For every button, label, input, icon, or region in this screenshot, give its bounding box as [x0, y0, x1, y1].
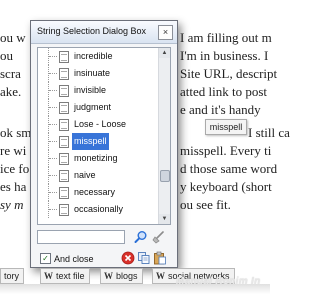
list-item[interactable]: incredible: [38, 48, 158, 65]
doc-line: ou: [0, 48, 13, 63]
doc-line: I still ca: [248, 125, 290, 140]
string-list[interactable]: incredible insinuate invisible judgment Lose…: [37, 47, 171, 225]
document-icon: [59, 136, 69, 148]
dialog-titlebar[interactable]: String Selection Dialog Box ×: [31, 21, 177, 44]
tree-branch: [48, 167, 59, 184]
scrollbar-thumb[interactable]: [160, 170, 170, 182]
tab-text-file[interactable]: Wtext file: [40, 268, 90, 284]
document-icon: [59, 153, 69, 165]
list-item-label: incredible: [74, 51, 113, 61]
doc-line: ice fo: [0, 161, 30, 176]
list-item-label: invisible: [74, 85, 107, 95]
doc-line: ou see fit.: [180, 197, 231, 212]
autocomplete-popup[interactable]: misspell: [205, 119, 247, 135]
tree-branch: [48, 65, 59, 82]
document-icon: [59, 68, 69, 80]
list-item[interactable]: occasionally: [38, 201, 158, 218]
tree-branch: [48, 116, 59, 133]
tab-label: text file: [56, 271, 85, 281]
list-scrollbar[interactable]: ▲ ▼: [158, 48, 170, 224]
doc-line: re wi: [0, 143, 27, 158]
paste-icon[interactable]: [153, 251, 167, 265]
doc-line: ou w: [0, 30, 26, 45]
document-icon: [59, 51, 69, 63]
document-icon: [59, 187, 69, 199]
doc-line: y keyboard (short: [180, 179, 272, 194]
string-list-items: incredible insinuate invisible judgment Lose…: [38, 48, 158, 218]
document-icon: [59, 102, 69, 114]
tree-branch: [48, 184, 59, 201]
document-icon: [59, 85, 69, 97]
copy-icon[interactable]: [137, 251, 151, 265]
page-shadow: [0, 284, 270, 294]
and-close-option[interactable]: ✓ And close: [40, 253, 94, 264]
tree-branch: [48, 48, 59, 65]
document-icon: [59, 204, 69, 216]
list-item-label: occasionally: [74, 204, 124, 214]
tree-branch: [48, 201, 59, 218]
list-item-label: monetizing: [74, 153, 118, 163]
list-item[interactable]: monetizing: [38, 150, 158, 167]
doc-line: misspell. Every ti: [180, 143, 272, 158]
scroll-down-button[interactable]: ▼: [159, 214, 170, 224]
list-item-label: insinuate: [74, 68, 111, 78]
doc-line: es ha: [0, 179, 27, 194]
doc-line: ake.: [0, 84, 22, 99]
list-item[interactable]: naive: [38, 167, 158, 184]
scroll-up-button[interactable]: ▲: [159, 48, 170, 58]
tab-blogs[interactable]: Wblogs: [100, 268, 143, 284]
tree-branch: [48, 82, 59, 99]
list-item[interactable]: insinuate: [38, 65, 158, 82]
w-icon: W: [156, 271, 165, 281]
search-input[interactable]: [37, 230, 125, 244]
list-item-label: naive: [74, 170, 96, 180]
doc-line: e and it's handy: [180, 102, 261, 117]
doc-line: sy m: [0, 197, 24, 212]
tab-label: tory: [4, 271, 20, 281]
doc-line: Site URL, descript: [180, 66, 278, 81]
doc-line: scra: [0, 66, 21, 81]
close-button[interactable]: ×: [158, 25, 173, 40]
list-item[interactable]: invisible: [38, 82, 158, 99]
search-icon[interactable]: [134, 230, 148, 244]
dialog-title: String Selection Dialog Box: [37, 26, 147, 36]
clear-search-icon[interactable]: [152, 230, 166, 244]
doc-line: I am filling out m: [180, 30, 272, 45]
doc-line: atted link to post: [180, 84, 268, 99]
list-item-label: necessary: [74, 187, 116, 197]
list-item[interactable]: necessary: [38, 184, 158, 201]
tree-branch: [48, 150, 59, 167]
list-item[interactable]: Lose - Loose: [38, 116, 158, 133]
w-icon: W: [104, 271, 113, 281]
and-close-label: And close: [54, 253, 94, 264]
list-item-label: judgment: [74, 102, 112, 112]
doc-line: d those same word: [180, 161, 278, 176]
delete-icon[interactable]: [121, 251, 135, 265]
tab-story[interactable]: tory: [0, 268, 25, 284]
and-close-checkbox[interactable]: ✓: [40, 253, 51, 264]
tree-branch: [48, 133, 59, 150]
list-item[interactable]: misspell: [38, 133, 158, 150]
doc-line: ok sm: [0, 125, 32, 140]
list-item[interactable]: judgment: [38, 99, 158, 116]
w-icon: W: [44, 271, 53, 281]
document-icon: [59, 119, 69, 131]
list-item-label: Lose - Loose: [74, 119, 127, 129]
string-selection-dialog: String Selection Dialog Box × incredible…: [30, 20, 178, 268]
document-icon: [59, 170, 69, 182]
list-item-label: misspell: [72, 133, 109, 150]
tree-branch: [48, 99, 59, 116]
tab-label: blogs: [116, 271, 138, 281]
doc-line: I'm in business. I: [180, 48, 269, 63]
